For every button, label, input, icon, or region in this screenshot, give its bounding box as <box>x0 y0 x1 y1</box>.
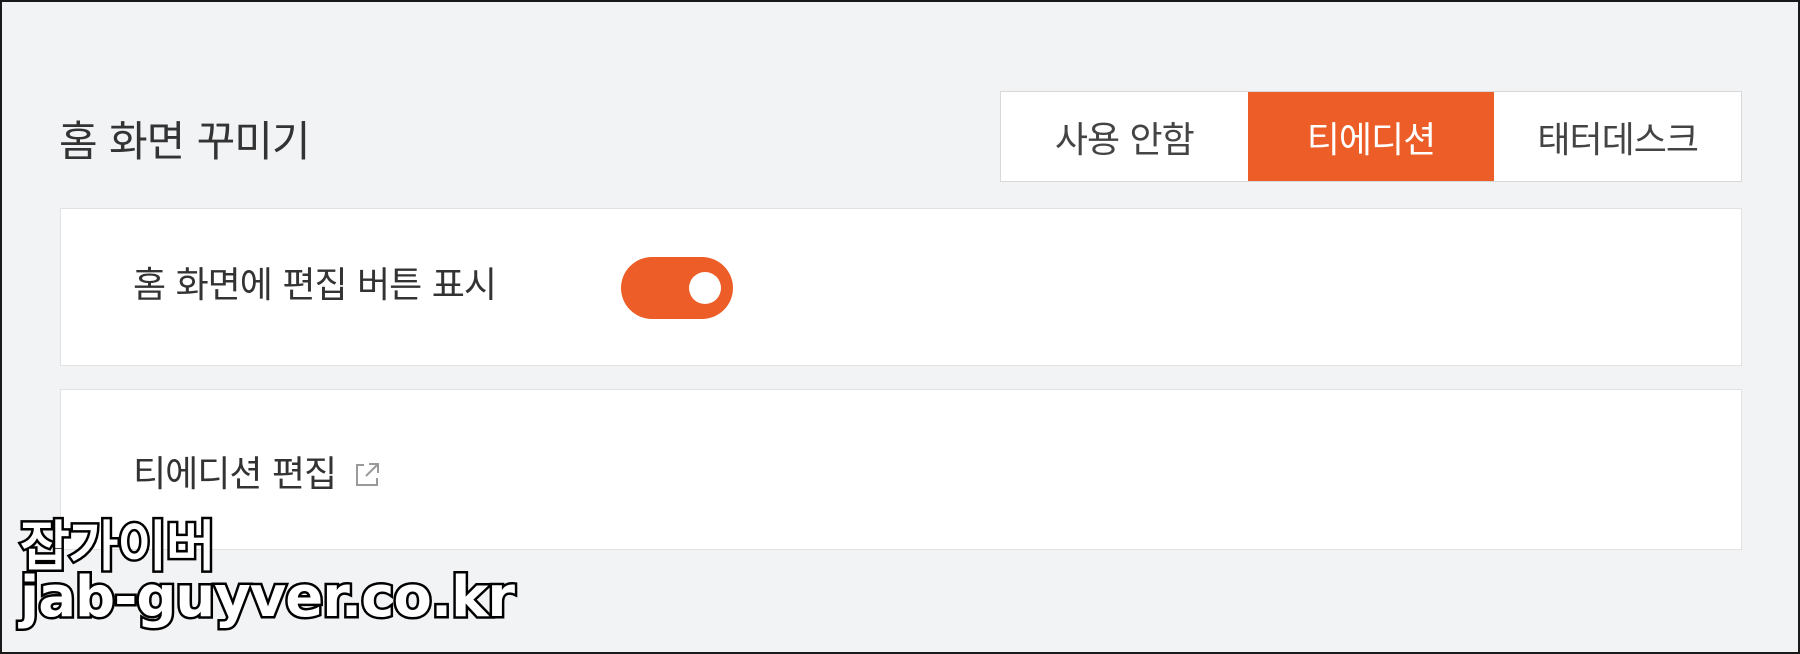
show-edit-button-toggle[interactable] <box>621 257 733 319</box>
external-link-icon <box>352 460 382 490</box>
t-edition-edit-link[interactable]: 티에디션 편집 <box>133 450 382 500</box>
settings-panel: 홈 화면 꾸미기 사용 안함 티에디션 태터데스크 홈 화면에 편집 버튼 표시… <box>0 0 1800 654</box>
mode-option-t-edition[interactable]: 티에디션 <box>1247 92 1495 181</box>
section-title: 홈 화면 꾸미기 <box>59 117 311 166</box>
edit-link-label: 티에디션 편집 <box>133 454 337 495</box>
edit-link-card: 티에디션 편집 <box>60 389 1742 550</box>
toggle-knob <box>689 272 721 304</box>
mode-option-none[interactable]: 사용 안함 <box>1001 92 1248 181</box>
show-edit-button-card: 홈 화면에 편집 버튼 표시 <box>60 208 1742 366</box>
watermark-site-url: jab-guyver.co.kr <box>18 563 518 633</box>
mode-option-tatter-desk[interactable]: 태터데스크 <box>1494 92 1741 181</box>
show-edit-button-label: 홈 화면에 편집 버튼 표시 <box>133 265 497 306</box>
mode-selector: 사용 안함 티에디션 태터데스크 <box>1000 91 1742 182</box>
